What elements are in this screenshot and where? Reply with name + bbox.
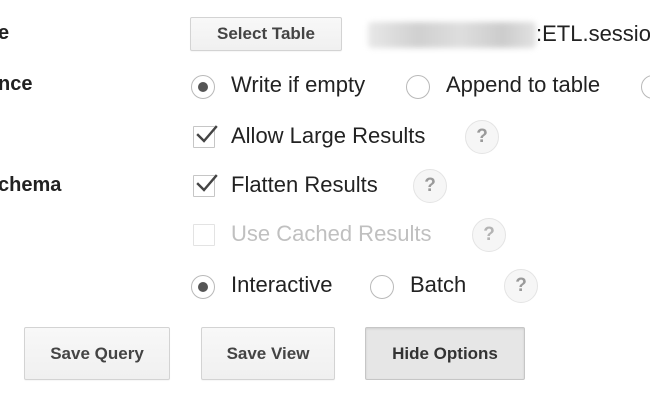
save-query-button[interactable]: Save Query	[24, 327, 170, 380]
save-view-button[interactable]: Save View	[201, 327, 335, 380]
use-cached-results-help-icon[interactable]: ?	[472, 218, 506, 252]
redacted-project-id	[368, 22, 536, 48]
checkmark-icon	[196, 174, 218, 192]
batch-radio[interactable]	[370, 275, 394, 299]
write-preference-label: nce	[0, 73, 33, 95]
allow-large-results-checkbox[interactable]	[193, 125, 218, 148]
append-to-table-radio[interactable]	[406, 75, 430, 99]
append-to-table-label[interactable]: Append to table	[446, 72, 600, 98]
hide-options-button[interactable]: Hide Options	[365, 327, 525, 380]
allow-large-results-label[interactable]: Allow Large Results	[231, 123, 425, 149]
allow-large-results-help-icon[interactable]: ?	[465, 120, 499, 154]
use-cached-results-label: Use Cached Results	[231, 221, 432, 246]
radio-selected-dot	[198, 82, 208, 92]
destination-table-name: :ETL.sessio	[536, 21, 650, 46]
overwrite-table-radio[interactable]	[641, 75, 650, 99]
select-table-button[interactable]: Select Table	[190, 17, 342, 51]
interactive-label[interactable]: Interactive	[231, 272, 333, 298]
flatten-results-help-icon[interactable]: ?	[413, 169, 447, 203]
use-cached-results-checkbox[interactable]	[193, 224, 215, 246]
interactive-radio[interactable]	[191, 275, 215, 299]
query-priority-help-icon[interactable]: ?	[504, 269, 538, 303]
schema-label: chema	[0, 174, 62, 196]
destination-table-label: e	[0, 22, 10, 44]
write-if-empty-radio[interactable]	[191, 75, 215, 99]
flatten-results-label[interactable]: Flatten Results	[231, 172, 378, 198]
radio-selected-dot	[198, 282, 208, 292]
write-if-empty-label[interactable]: Write if empty	[231, 72, 365, 98]
flatten-results-checkbox[interactable]	[193, 174, 218, 197]
checkmark-icon	[196, 125, 218, 143]
batch-label[interactable]: Batch	[410, 272, 466, 298]
